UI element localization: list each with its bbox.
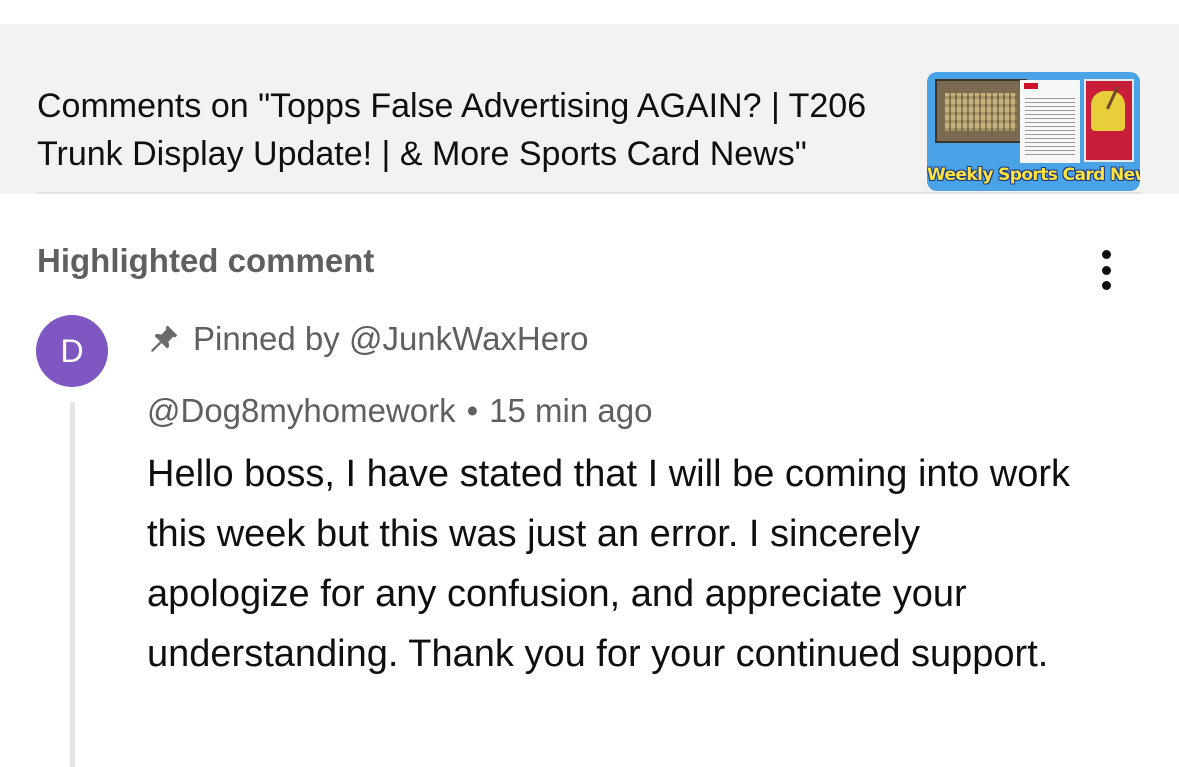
comment-text: Hello boss, I have stated that I will be… (147, 453, 1071, 675)
comments-page: Comments on "Topps False Advertising AGA… (0, 0, 1179, 767)
meta-separator: • (466, 392, 479, 429)
thread-line (70, 402, 75, 767)
pinned-label: Pinned by @JunkWaxHero (147, 318, 588, 360)
video-thumbnail[interactable]: Weekly Sports Card News! (927, 72, 1140, 191)
highlighted-comment-heading: Highlighted comment (37, 242, 375, 279)
thumbnail-letter-image (1020, 80, 1080, 163)
thumbnail-caption: Weekly Sports Card News! (927, 165, 1140, 185)
thumbnail-trunk-display-image (935, 79, 1027, 143)
comment-meta: @Dog8myhomework • 15 min ago (147, 390, 652, 432)
comments-title: Comments on "Topps False Advertising AGA… (37, 87, 867, 173)
more-vert-icon[interactable] (1089, 246, 1123, 294)
comment-time: 15 min ago (489, 392, 653, 429)
pinned-text: Pinned by @JunkWaxHero (193, 320, 589, 357)
thumbnail-baseball-card-image (1084, 79, 1134, 162)
video-header[interactable]: Comments on "Topps False Advertising AGA… (0, 24, 1179, 194)
pin-icon (151, 325, 178, 352)
avatar[interactable]: D (36, 315, 108, 387)
divider (37, 192, 1142, 194)
comment-author[interactable]: @Dog8myhomework (147, 392, 456, 429)
